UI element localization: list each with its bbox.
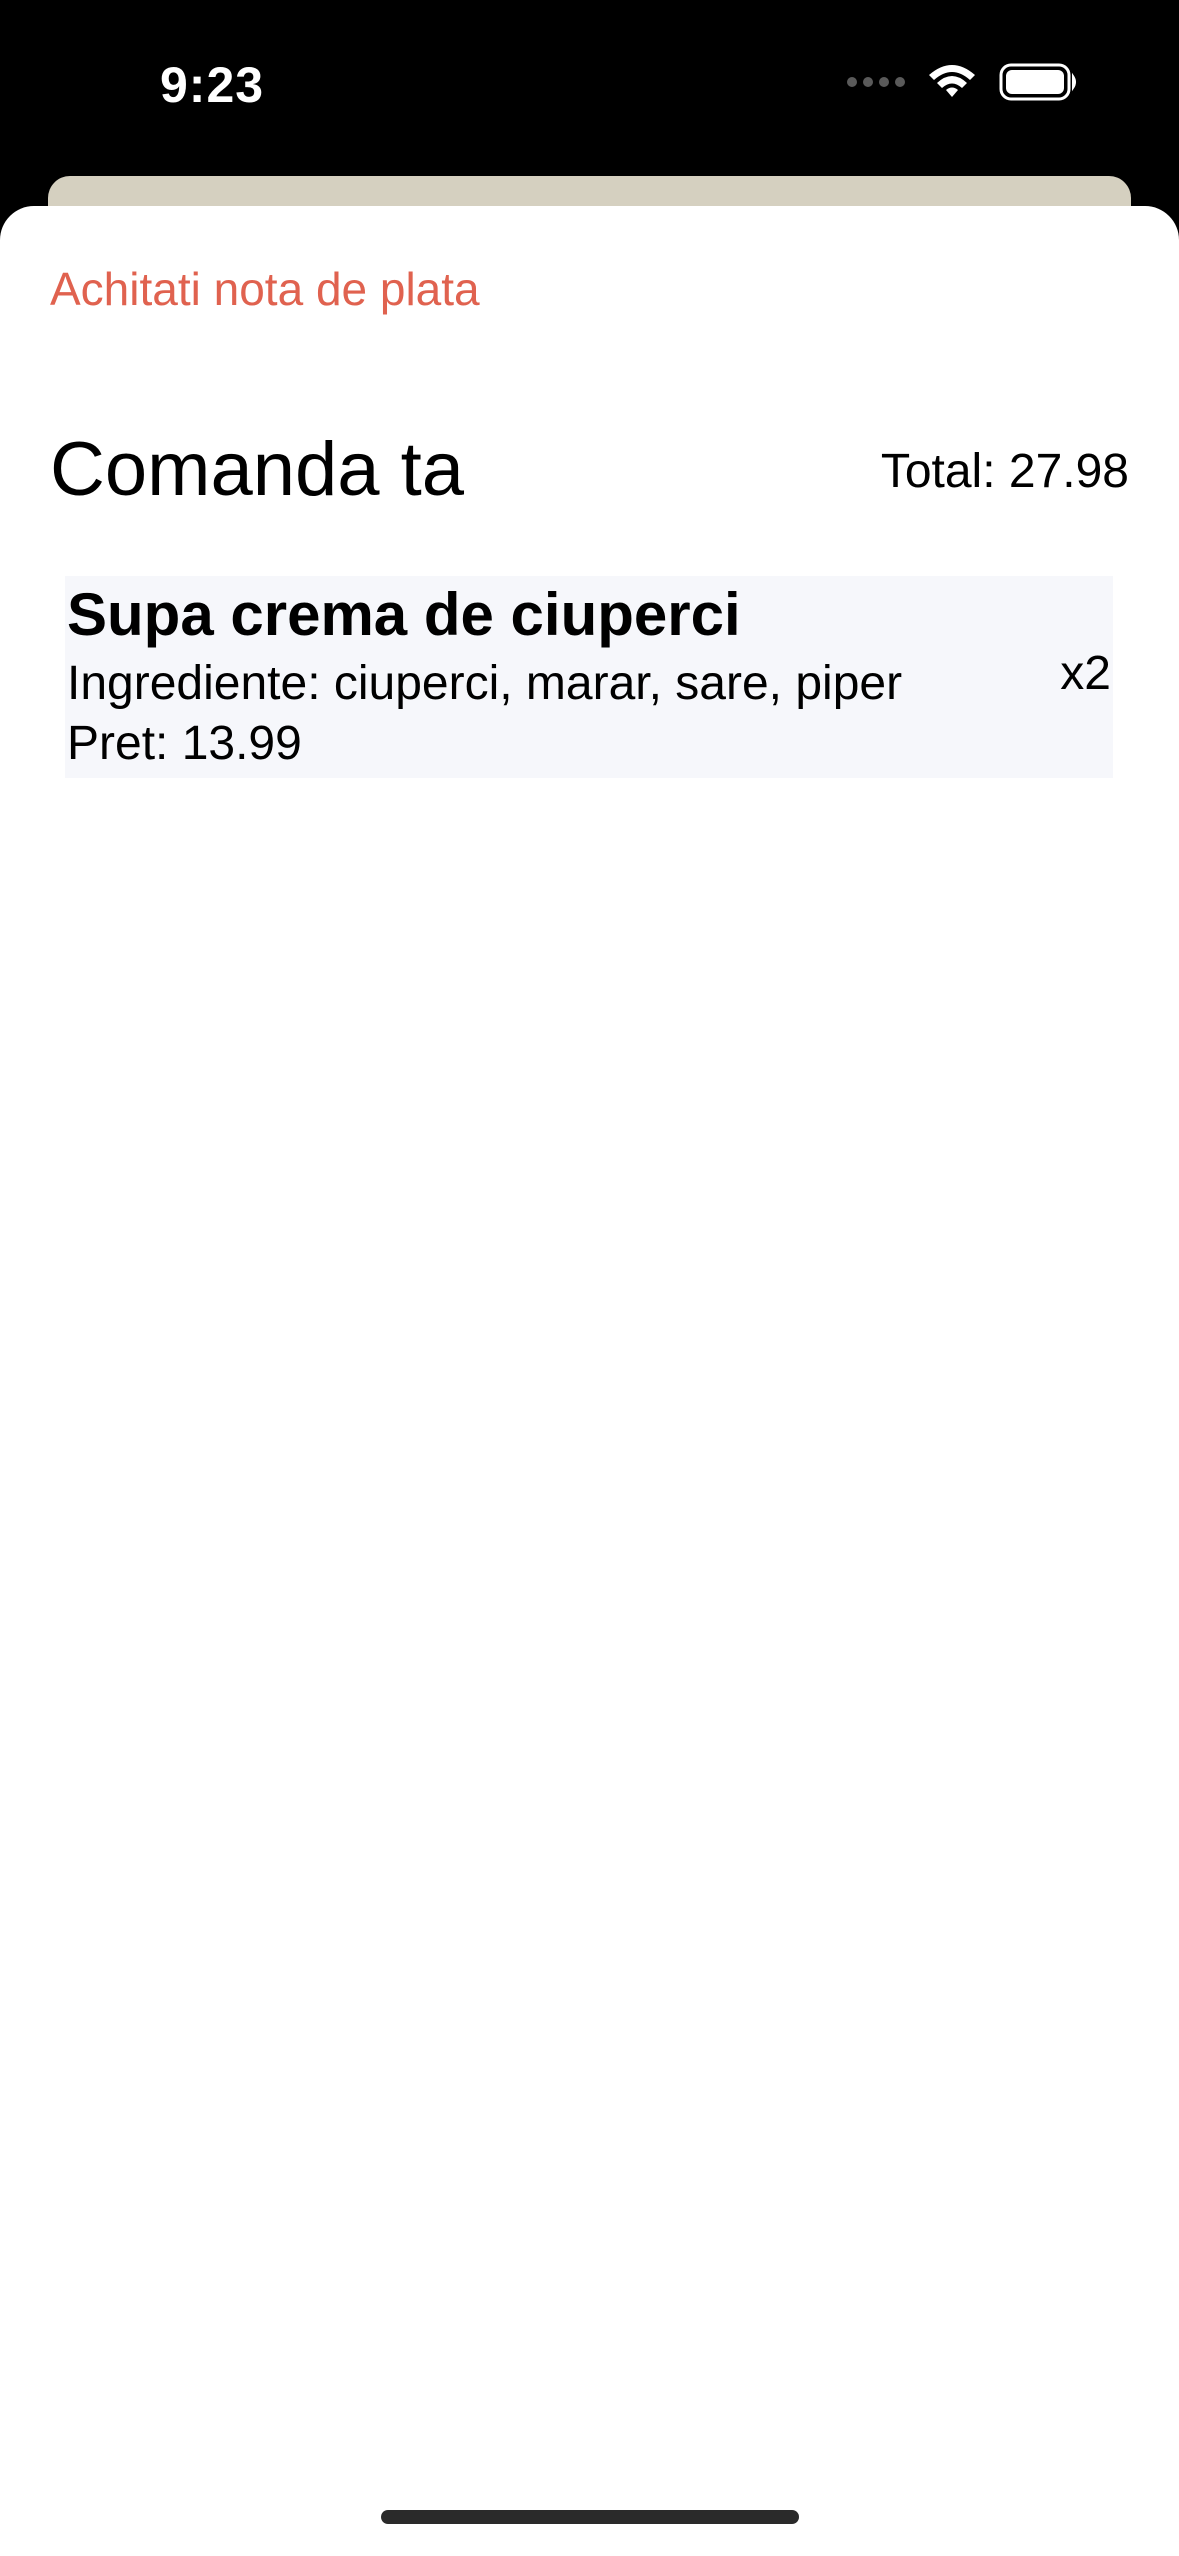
status-icons xyxy=(847,62,1079,102)
status-time: 9:23 xyxy=(160,57,265,113)
battery-icon xyxy=(999,63,1076,101)
order-total: Total: 27.98 xyxy=(880,445,1129,498)
item-ingredients: Ingrediente: ciuperci, marar, sare, pipe… xyxy=(67,657,903,710)
cellular-signal-icon xyxy=(847,77,905,87)
page-title: Comanda ta xyxy=(50,427,465,512)
pay-bill-button[interactable]: Achitati nota de plata xyxy=(50,262,480,316)
wifi-icon xyxy=(929,65,975,97)
order-sheet: Achitati nota de plata Comanda ta Total:… xyxy=(0,206,1179,2556)
item-name: Supa crema de ciuperci xyxy=(67,581,741,648)
item-price: Pret: 13.99 xyxy=(67,717,302,770)
item-quantity: x2 xyxy=(1060,647,1111,700)
home-indicator[interactable] xyxy=(381,2510,799,2524)
status-bar: 9:23 xyxy=(0,0,1179,170)
list-item[interactable]: Supa crema de ciuperci Ingrediente: ciup… xyxy=(65,576,1113,778)
